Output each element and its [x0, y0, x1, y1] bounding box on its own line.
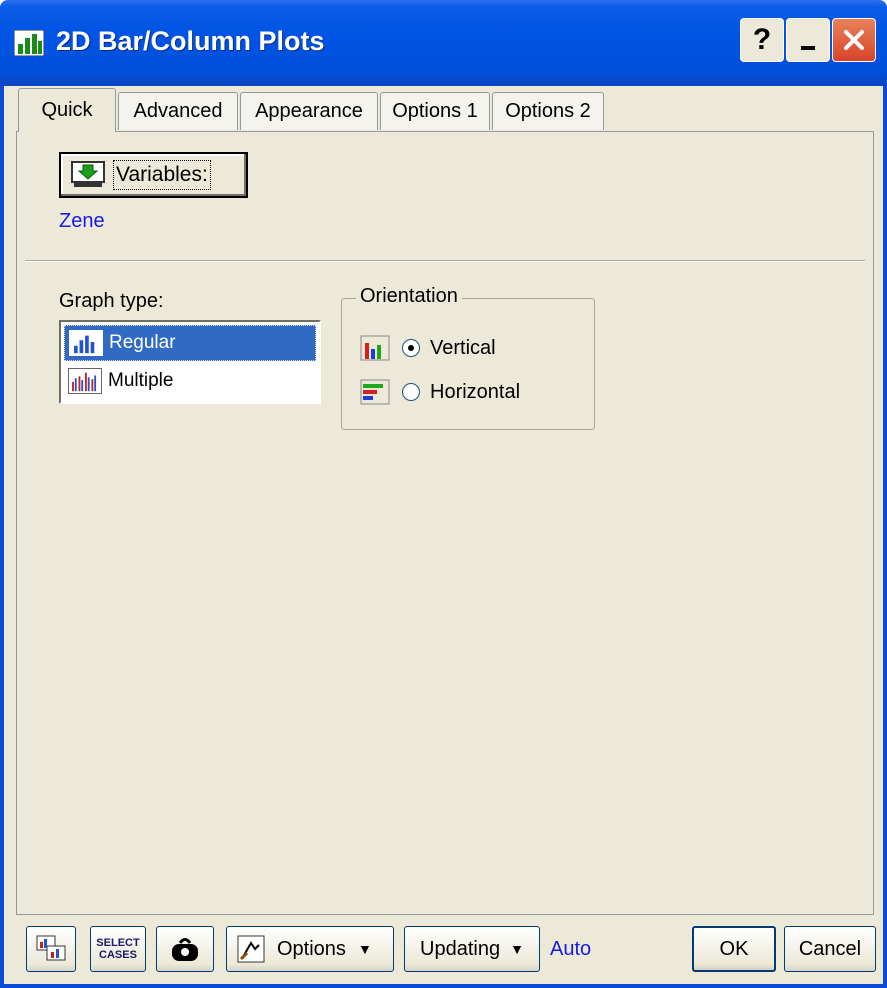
help-button[interactable]: ? [740, 18, 784, 62]
window-title: 2D Bar/Column Plots [56, 26, 325, 56]
horizontal-radio[interactable] [402, 383, 420, 401]
multiple-bar-icon [68, 368, 102, 394]
selected-variables-value[interactable]: Zene [59, 210, 105, 233]
graph-type-regular[interactable]: Regular [64, 325, 316, 361]
select-cases-icon-text: CASES [99, 949, 137, 961]
dialog-window: 2D Bar/Column Plots ? Quick Advanced App… [0, 0, 887, 988]
orientation-group: Orientation Vertical Horizontal [341, 285, 595, 430]
minimize-icon [801, 46, 815, 50]
variables-button[interactable]: Variables: [59, 152, 248, 198]
minimize-button[interactable] [786, 18, 830, 62]
summary-graph-icon [36, 935, 66, 961]
graph-type-label: Graph type: [59, 290, 164, 312]
tab-options-2[interactable]: Options 2 [492, 92, 604, 130]
help-icon: ? [752, 23, 772, 56]
summary-graph-button[interactable] [26, 926, 76, 972]
tab-options-1[interactable]: Options 1 [380, 92, 490, 130]
quick-tab-panel: Variables: Zene Graph type: Regular Mult… [16, 131, 874, 915]
vertical-option-label: Vertical [430, 336, 496, 359]
updating-label: Updating [420, 937, 501, 960]
select-cases-button[interactable]: SELECT CASES [90, 926, 146, 972]
graph-type-multiple-label: Multiple [108, 370, 174, 391]
weight-icon [172, 938, 198, 961]
tab-quick[interactable]: Quick [18, 88, 116, 132]
graph-type-regular-label: Regular [109, 332, 176, 353]
updating-dropdown-button[interactable]: Updating ▼ [404, 926, 540, 972]
cancel-button[interactable]: Cancel [784, 926, 876, 972]
section-divider [25, 260, 865, 262]
close-button[interactable] [832, 18, 876, 62]
orientation-label: Orientation [356, 285, 462, 308]
graph-type-multiple[interactable]: Multiple [64, 363, 316, 399]
variables-button-label: Variables: [113, 160, 211, 190]
tab-appearance[interactable]: Appearance [240, 92, 378, 130]
bar-chart-icon [14, 30, 44, 56]
chevron-down-icon: ▼ [510, 941, 524, 957]
title-bar[interactable]: 2D Bar/Column Plots ? [0, 0, 887, 86]
variables-select-icon [71, 161, 105, 187]
select-cases-icon: SELECT [96, 937, 140, 949]
tab-advanced[interactable]: Advanced [118, 92, 238, 130]
horizontal-option-label: Horizontal [430, 380, 521, 403]
chevron-down-icon: ▼ [357, 941, 372, 957]
ok-button[interactable]: OK [692, 926, 776, 972]
options-dropdown-button[interactable]: Options ▼ [226, 926, 394, 972]
regular-bar-icon [69, 330, 103, 356]
horizontal-bars-icon [360, 379, 390, 405]
vertical-radio[interactable] [402, 339, 420, 357]
orientation-vertical-row[interactable]: Vertical [360, 335, 496, 361]
weight-button[interactable] [156, 926, 214, 972]
orientation-horizontal-row[interactable]: Horizontal [360, 379, 520, 405]
close-icon [844, 30, 864, 50]
options-icon [237, 935, 265, 963]
options-label: Options [277, 937, 346, 960]
graph-type-list[interactable]: Regular Multiple [59, 320, 321, 404]
vertical-bars-icon [360, 335, 390, 361]
updating-mode-value: Auto [550, 938, 592, 960]
